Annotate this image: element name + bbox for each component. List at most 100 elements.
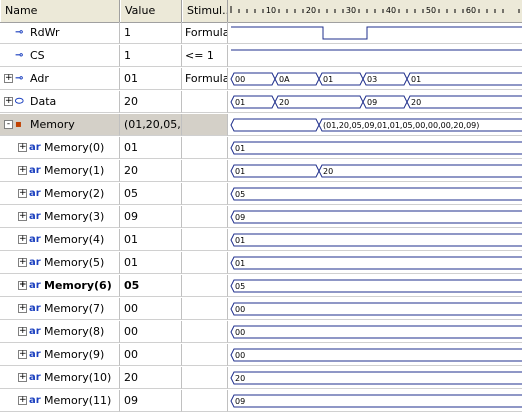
signal-stimulus[interactable]	[182, 275, 228, 297]
signal-stimulus[interactable]: Formula	[182, 22, 228, 44]
signal-stimulus[interactable]	[182, 206, 228, 228]
signal-stimulus[interactable]: <= 1	[182, 45, 228, 67]
expand-icon[interactable]: +	[18, 281, 27, 290]
signal-name-cell[interactable]: + ⊸ Adr	[0, 68, 120, 90]
signal-row[interactable]: + ar Memory(2) 05 05	[0, 183, 522, 206]
signal-row[interactable]: + ar Memory(1) 20 01 20	[0, 160, 522, 183]
signal-stimulus[interactable]	[182, 229, 228, 251]
value-column-header[interactable]: Value	[120, 0, 182, 22]
signal-row[interactable]: + ⊸ Adr 01 Formula 00 0A 01 03 01	[0, 68, 522, 91]
waveform-cell[interactable]: 00	[228, 321, 522, 343]
signal-row[interactable]: -▪ Memory (01,20,05,... (01,20,05,09,01,01,…	[0, 114, 522, 137]
bus-segment	[230, 348, 522, 362]
signal-row[interactable]: + ar Memory(7) 00 00	[0, 298, 522, 321]
signal-name-cell[interactable]: + ar Memory(2)	[0, 183, 120, 205]
expand-icon[interactable]: +	[18, 350, 27, 359]
expand-icon[interactable]: +	[18, 189, 27, 198]
ruler-label: 60	[466, 6, 476, 15]
signal-stimulus[interactable]	[182, 137, 228, 159]
waveform-cell[interactable]: 01	[228, 229, 522, 251]
stimulus-column-header[interactable]: Stimul...	[182, 0, 228, 22]
waveform-cell[interactable]: 00	[228, 344, 522, 366]
bus-value-label: 01	[235, 167, 245, 176]
expand-icon[interactable]: +	[18, 212, 27, 221]
signal-row[interactable]: + ⬭ Data 20 01 20 09 20	[0, 91, 522, 114]
signal-name: Memory(2)	[44, 187, 105, 200]
waveform-cell[interactable]: 01	[228, 252, 522, 274]
expand-icon[interactable]: +	[18, 396, 27, 405]
bus-value-label: 01	[235, 236, 245, 245]
waveform-cell[interactable]: 09	[228, 206, 522, 228]
signal-name-cell[interactable]: ⊸ CS	[0, 45, 120, 67]
signal-name-cell[interactable]: + ⬭ Data	[0, 91, 120, 113]
bus-value-label: 05	[235, 282, 245, 291]
waveform-cell[interactable]: 01 20	[228, 160, 522, 182]
signal-name-cell[interactable]: + ar Memory(1)	[0, 160, 120, 182]
waveform-cell[interactable]: 00	[228, 298, 522, 320]
bus-value-label: 01	[235, 259, 245, 268]
waveform-cell[interactable]	[228, 22, 522, 44]
name-column-header[interactable]: Name	[0, 0, 120, 22]
signal-stimulus[interactable]	[182, 367, 228, 389]
signal-name-cell[interactable]: + ar Memory(8)	[0, 321, 120, 343]
signal-stimulus[interactable]	[182, 160, 228, 182]
waveform-cell[interactable]	[228, 45, 522, 67]
bus-segment	[406, 72, 522, 86]
waveform-cell[interactable]: 01 20 09 20	[228, 91, 522, 113]
signal-name-cell[interactable]: + ar Memory(10)	[0, 367, 120, 389]
signal-stimulus[interactable]	[182, 321, 228, 343]
signal-name-cell[interactable]: + ar Memory(3)	[0, 206, 120, 228]
expand-icon[interactable]: +	[18, 143, 27, 152]
bus-value-label: 00	[235, 351, 245, 360]
signal-name-cell[interactable]: - ▪ Memory	[0, 114, 120, 136]
expand-icon[interactable]: +	[18, 166, 27, 175]
expand-icon[interactable]: +	[18, 258, 27, 267]
bus-segment	[230, 302, 522, 316]
signal-stimulus[interactable]: Formula	[182, 68, 228, 90]
waveform-cell[interactable]: 20	[228, 367, 522, 389]
signal-row[interactable]: + ar Memory(11) 09 09	[0, 390, 522, 413]
signal-stimulus[interactable]	[182, 298, 228, 320]
signal-name-cell[interactable]: ⊸ RdWr	[0, 22, 120, 44]
signal-row[interactable]: + ar Memory(4) 01 01	[0, 229, 522, 252]
waveform-cell[interactable]: 01	[228, 137, 522, 159]
signal-stimulus[interactable]	[182, 344, 228, 366]
signal-name-cell[interactable]: + ar Memory(5)	[0, 252, 120, 274]
signal-row[interactable]: + ar Memory(5) 01 01	[0, 252, 522, 275]
signal-stimulus[interactable]	[182, 390, 228, 412]
signal-row[interactable]: + ar Memory(3) 09 09	[0, 206, 522, 229]
signal-row[interactable]: + ar Memory(0) 01 01	[0, 137, 522, 160]
waveform: 00	[230, 302, 522, 316]
waveform-cell[interactable]: 09	[228, 390, 522, 412]
signal-name-cell[interactable]: + ar Memory(0)	[0, 137, 120, 159]
signal-name-cell[interactable]: + ar Memory(4)	[0, 229, 120, 251]
signal-name-cell[interactable]: + ar Memory(9)	[0, 344, 120, 366]
signal-row[interactable]: ⊸ CS 1 <= 1	[0, 45, 522, 68]
waveform-cell[interactable]: 05	[228, 275, 522, 297]
expand-icon[interactable]: +	[18, 373, 27, 382]
expand-icon[interactable]: +	[4, 97, 13, 106]
signal-name-cell[interactable]: + ar Memory(7)	[0, 298, 120, 320]
expand-icon[interactable]: +	[18, 235, 27, 244]
signal-name-cell[interactable]: + ar Memory(6)	[0, 275, 120, 297]
signal-row[interactable]: ⊸ RdWr 1 Formula	[0, 22, 522, 45]
signal-value: (01,20,05,...	[120, 114, 182, 136]
signal-name-cell[interactable]: + ar Memory(11)	[0, 390, 120, 412]
signal-row[interactable]: + ar Memory(10) 20 20	[0, 367, 522, 390]
signal-row[interactable]: + ar Memory(9) 00 00	[0, 344, 522, 367]
signal-stimulus[interactable]	[182, 252, 228, 274]
signal-stimulus[interactable]	[182, 183, 228, 205]
waveform-cell[interactable]: 00 0A 01 03 01	[228, 68, 522, 90]
time-ruler[interactable]: 10 20 30 40 50 60	[228, 0, 522, 22]
expand-icon[interactable]: +	[4, 74, 13, 83]
expand-icon[interactable]: +	[18, 304, 27, 313]
bus-value-label: 01	[235, 144, 245, 153]
signal-stimulus[interactable]	[182, 114, 228, 136]
collapse-icon[interactable]: -	[4, 120, 13, 129]
waveform-cell[interactable]: (01,20,05,09,01,01,05,00,00,00,20,09)	[228, 114, 522, 136]
waveform-cell[interactable]: 05	[228, 183, 522, 205]
expand-icon[interactable]: +	[18, 327, 27, 336]
signal-row[interactable]: + ar Memory(6) 05 05	[0, 275, 522, 298]
signal-stimulus[interactable]	[182, 91, 228, 113]
signal-row[interactable]: + ar Memory(8) 00 00	[0, 321, 522, 344]
